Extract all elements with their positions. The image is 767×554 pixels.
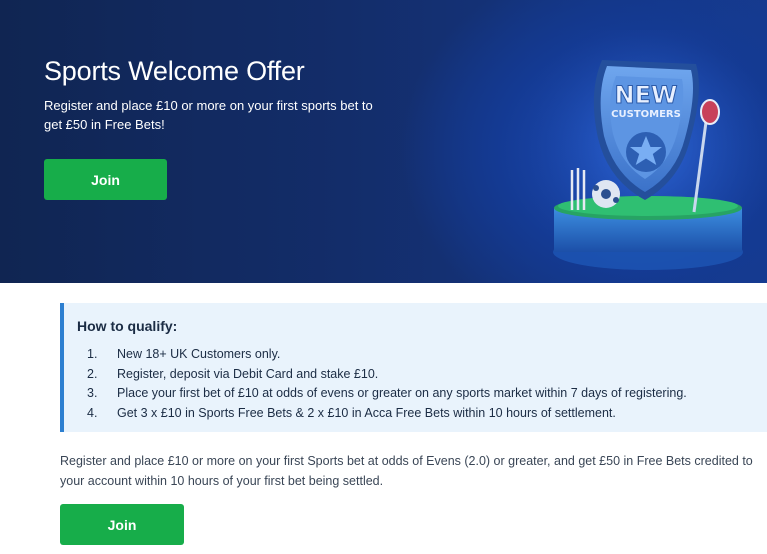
step-text: Get 3 x £10 in Sports Free Bets & 2 x £1… — [117, 405, 616, 420]
qualify-step: 2. Register, deposit via Debit Card and … — [87, 365, 687, 385]
step-number: 3. — [87, 386, 98, 400]
step-text: New 18+ UK Customers only. — [117, 347, 281, 361]
badge-new-text: NEW — [615, 81, 678, 109]
qualify-steps-list: 1. New 18+ UK Customers only. 2. Registe… — [87, 345, 687, 423]
bottom-join-button[interactable]: Join — [60, 504, 184, 545]
qualify-step: 1. New 18+ UK Customers only. — [87, 345, 687, 365]
step-number: 1. — [87, 347, 98, 361]
hero-title: Sports Welcome Offer — [44, 56, 305, 86]
qualify-step: 3. Place your first bet of £10 at odds o… — [87, 384, 687, 404]
how-to-qualify-title: How to qualify: — [77, 318, 178, 334]
step-text: Register, deposit via Debit Card and sta… — [117, 366, 379, 381]
qualify-step: 4. Get 3 x £10 in Sports Free Bets & 2 x… — [87, 404, 687, 424]
step-number: 4. — [87, 405, 98, 420]
badge-customers-text: CUSTOMERS — [611, 109, 681, 120]
hero-join-button[interactable]: Join — [44, 159, 167, 200]
new-customers-badge-illustration: NEW CUSTOMERS — [530, 30, 767, 283]
offer-terms-text: Register and place £10 or more on your f… — [60, 454, 753, 488]
how-to-qualify-panel: How to qualify: 1. New 18+ UK Customers … — [60, 303, 767, 432]
hero-banner: Sports Welcome Offer Register and place … — [0, 0, 767, 283]
step-text: Place your first bet of £10 at odds of e… — [117, 386, 687, 400]
step-number: 2. — [87, 366, 98, 381]
hero-description: Register and place £10 or more on your f… — [44, 98, 373, 132]
